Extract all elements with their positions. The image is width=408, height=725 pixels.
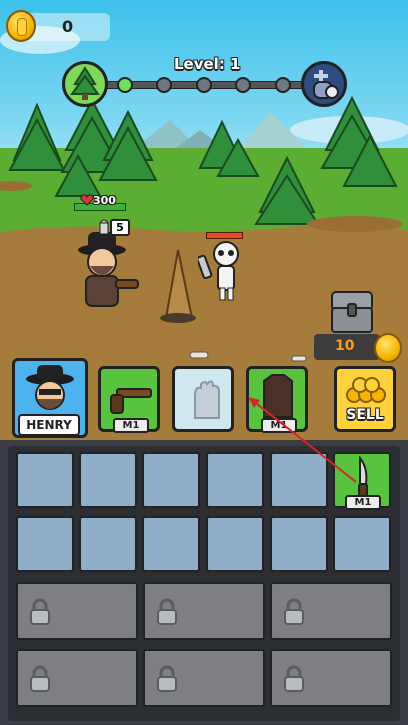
inventory-cell[interactable] xyxy=(142,516,200,572)
hero-name: HENRY xyxy=(18,414,80,436)
lock-icon xyxy=(284,665,304,692)
armor-slot[interactable]: M1 xyxy=(246,366,308,433)
inventory-cell-knife[interactable]: M1 xyxy=(333,452,391,510)
lock-icon xyxy=(30,598,50,625)
ammo-count: 5 xyxy=(110,219,130,236)
inventory-cell[interactable] xyxy=(79,452,137,508)
sell-label: SELL xyxy=(346,407,384,423)
level-label: Level: 1 xyxy=(174,55,241,73)
heart-icon xyxy=(80,194,94,206)
stage-node-current xyxy=(117,77,133,93)
lock-icon xyxy=(284,598,304,625)
lock-icon xyxy=(30,665,50,692)
locked-slot[interactable] xyxy=(143,649,265,707)
inventory-grid: M1 xyxy=(8,446,400,721)
coat-icon xyxy=(263,374,293,418)
hero-avatar xyxy=(26,365,74,410)
chest-price-value: 10 xyxy=(335,338,355,354)
lock-icon xyxy=(157,598,177,625)
inventory-cell[interactable] xyxy=(206,516,264,572)
revolver-icon xyxy=(110,388,152,414)
armor-level-tag: M1 xyxy=(261,418,297,433)
bullet-icon xyxy=(99,219,109,235)
lock-icon xyxy=(157,665,177,692)
stage-node xyxy=(235,77,251,93)
forest-icon xyxy=(62,61,108,107)
inventory-cell[interactable] xyxy=(333,516,391,572)
weapon-slot[interactable]: M1 xyxy=(98,366,160,433)
graveyard-icon xyxy=(301,61,347,107)
knife-level-tag: M1 xyxy=(345,495,381,510)
treasure-chest-icon[interactable] xyxy=(330,288,374,334)
weapon-level-tag: M1 xyxy=(113,418,149,433)
sell-button[interactable]: SELL xyxy=(334,366,396,432)
inventory-cell[interactable] xyxy=(270,452,328,508)
locked-slot[interactable] xyxy=(16,582,138,640)
inventory-cell[interactable] xyxy=(16,516,74,572)
stage-node xyxy=(156,77,172,93)
glove-icon xyxy=(194,380,220,419)
inventory-cell[interactable] xyxy=(270,516,328,572)
inventory-cell[interactable] xyxy=(16,452,74,508)
enemy-hp-bar xyxy=(206,232,243,239)
gloves-slot[interactable] xyxy=(172,366,234,432)
stage-node xyxy=(275,77,291,93)
player-hp-value: 300 xyxy=(93,194,116,207)
inventory: M1 xyxy=(0,440,408,725)
locked-slot[interactable] xyxy=(270,649,392,707)
stage-node xyxy=(196,77,212,93)
player-character xyxy=(78,232,139,307)
coin-count: 0 xyxy=(62,17,74,36)
inventory-cell[interactable] xyxy=(79,516,137,572)
inventory-cell[interactable] xyxy=(206,452,264,508)
coin-icon xyxy=(6,10,36,42)
locked-slot[interactable] xyxy=(16,649,138,707)
gold-pile-icon xyxy=(346,377,386,403)
inventory-cell[interactable] xyxy=(142,452,200,508)
locked-slot[interactable] xyxy=(270,582,392,640)
locked-slot[interactable] xyxy=(143,582,265,640)
